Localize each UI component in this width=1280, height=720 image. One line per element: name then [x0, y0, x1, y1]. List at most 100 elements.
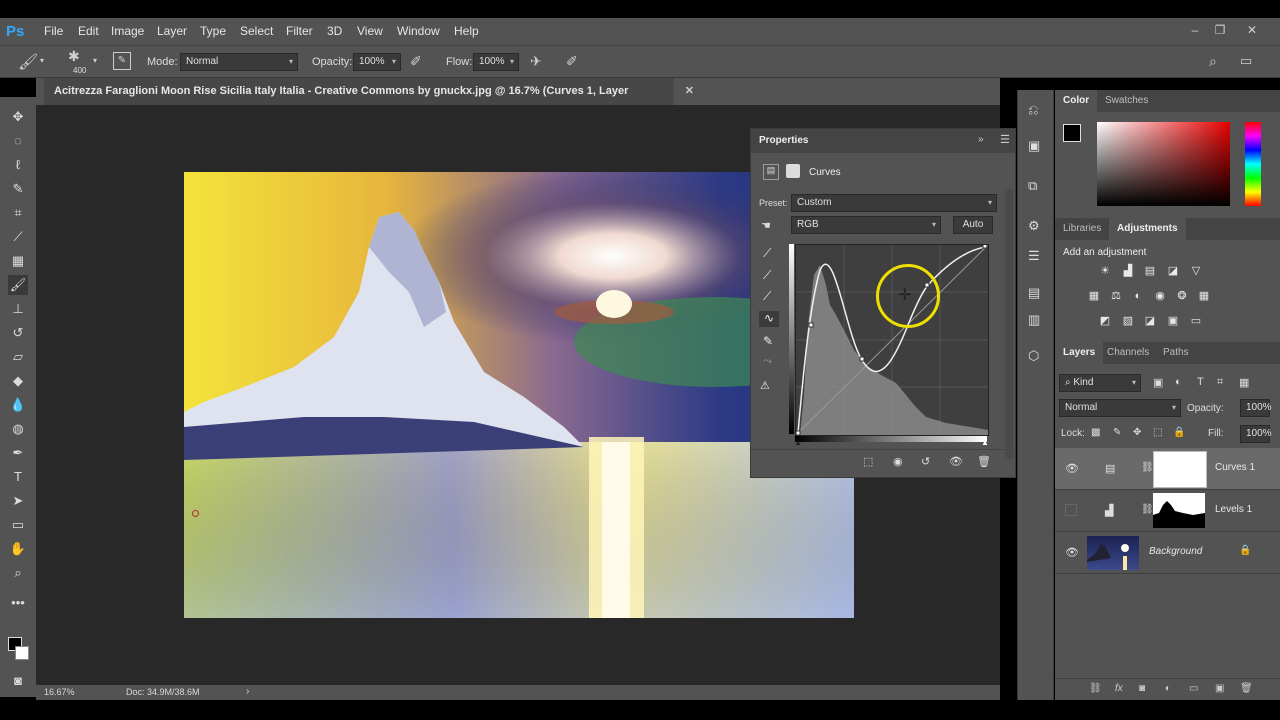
fill-field[interactable]: 100% [1240, 425, 1272, 443]
restore-icon[interactable]: ❐ [1212, 22, 1228, 38]
eyedropper-icon[interactable]: ⟋ [8, 227, 28, 247]
link-icon[interactable]: ⛓ [1141, 504, 1154, 515]
menu-type[interactable]: Type [200, 18, 226, 45]
gray-point-eyedropper-icon[interactable]: ⟋ [763, 268, 771, 283]
chevron-down-icon[interactable]: ▾ [40, 56, 44, 65]
quick-mask-icon[interactable]: ◙ [8, 671, 28, 691]
history-icon[interactable]: ⎌ [1028, 102, 1038, 118]
menu-view[interactable]: View [357, 18, 383, 45]
new-layer-icon[interactable]: ▣ [1215, 683, 1224, 694]
tab-layers[interactable]: Layers [1055, 342, 1104, 364]
healing-icon[interactable]: ▦ [8, 251, 28, 271]
chevron-down-icon[interactable]: ▾ [93, 56, 97, 65]
layer-row[interactable]: 👁 Background 🔒 [1055, 532, 1280, 574]
filter-pixel-icon[interactable]: ▣ [1153, 376, 1163, 389]
pressure-opacity-icon[interactable]: ✐ [410, 53, 422, 70]
lock-artboard-icon[interactable]: ⬚ [1153, 427, 1162, 438]
document-tab[interactable]: Acitrezza Faraglioni Moon Rise Sicilia I… [44, 78, 694, 124]
exposure-icon[interactable]: ◪ [1166, 264, 1180, 278]
tab-libraries[interactable]: Libraries [1055, 218, 1109, 240]
filter-type-icon[interactable]: T [1197, 376, 1204, 388]
menu-image[interactable]: Image [111, 18, 144, 45]
menu-filter[interactable]: Filter [286, 18, 313, 45]
black-point-eyedropper-icon[interactable]: ⟋ [763, 246, 771, 261]
zoom-icon[interactable]: ⌕ [8, 563, 28, 583]
more-icon[interactable]: ••• [8, 593, 28, 613]
curves-adjustment-icon[interactable]: ▤ [763, 164, 779, 180]
blur-icon[interactable]: 💧 [8, 395, 28, 415]
layer-thumbnail[interactable] [1087, 536, 1139, 570]
layer-row[interactable]: 👁 ▤ ⛓ Curves 1 [1055, 448, 1280, 490]
tab-paths[interactable]: Paths [1155, 342, 1197, 364]
delete-icon[interactable]: 🗑 [977, 455, 991, 468]
type-icon[interactable]: T [8, 467, 28, 487]
tool-presets-icon[interactable]: ☰ [1028, 248, 1040, 264]
pen-icon[interactable]: ✒ [8, 443, 28, 463]
auto-button[interactable]: Auto [953, 216, 993, 234]
white-point-eyedropper-icon[interactable]: ⟋ [763, 289, 771, 304]
history-brush-icon[interactable]: ↺ [8, 323, 28, 343]
tab-adjustments[interactable]: Adjustments [1109, 218, 1186, 240]
collapse-icon[interactable]: » [978, 134, 984, 145]
swatch-panel-icon[interactable]: ▣ [1028, 138, 1040, 154]
tab-color[interactable]: Color [1055, 90, 1098, 112]
close-icon[interactable]: ✕ [1244, 22, 1260, 38]
clipping-warning-icon[interactable]: ⚠ [760, 379, 770, 392]
add-mask-icon[interactable]: ◙ [1139, 683, 1145, 694]
color-balance-icon[interactable]: ⚖ [1109, 289, 1123, 303]
hue-slider[interactable] [1245, 122, 1261, 206]
menu-window[interactable]: Window [397, 18, 440, 45]
foreground-swatch[interactable] [1063, 124, 1081, 142]
eye-icon[interactable]: 👁 [1065, 462, 1079, 475]
menu-3d[interactable]: 3D [327, 18, 342, 45]
mask-icon[interactable] [786, 164, 800, 178]
clone-source-icon[interactable]: ⧉ [1028, 178, 1037, 194]
filter-adjustment-icon[interactable]: ◐ [1175, 376, 1182, 388]
chevron-right-icon[interactable]: › [246, 686, 249, 697]
black-slider-icon[interactable]: ▲ [794, 438, 802, 447]
preset-dropdown[interactable]: Custom ▾ [791, 194, 997, 212]
workspace-icon[interactable]: ▭ [1240, 53, 1252, 69]
clip-to-layer-icon[interactable]: ⬚ [863, 455, 873, 468]
opacity-field[interactable]: 100% ▾ [353, 53, 401, 71]
curves-icon[interactable]: ▤ [1143, 264, 1157, 278]
view-previous-icon[interactable]: ◉ [893, 455, 903, 468]
properties-panel-icon[interactable]: ▤ [1028, 285, 1040, 301]
layer-mask-thumbnail[interactable] [1153, 451, 1207, 488]
hand-icon[interactable]: ✋ [8, 539, 28, 559]
gradient-map-icon[interactable]: ▭ [1189, 314, 1203, 328]
threshold-icon[interactable]: ◪ [1143, 314, 1157, 328]
tab-channels[interactable]: Channels [1099, 342, 1157, 364]
mode-dropdown[interactable]: Normal ▾ [180, 53, 298, 71]
brush-settings-icon[interactable]: ⚙ [1028, 218, 1040, 234]
dodge-icon[interactable]: ◍ [8, 419, 28, 439]
visibility-icon[interactable]: 👁 [949, 455, 963, 468]
invert-icon[interactable]: ◩ [1098, 314, 1112, 328]
background-color-swatch[interactable] [15, 646, 29, 660]
search-icon[interactable]: ⌕ [1209, 53, 1217, 70]
crop-icon[interactable]: ⌗ [8, 203, 28, 223]
menu-edit[interactable]: Edit [78, 18, 99, 45]
layer-mask-thumbnail[interactable] [1153, 493, 1205, 528]
menu-help[interactable]: Help [454, 18, 479, 45]
menu-layer[interactable]: Layer [157, 18, 187, 45]
layer-row[interactable]: ▟ ⛓ Levels 1 [1055, 490, 1280, 532]
lock-icon[interactable]: 🔒 [1173, 427, 1185, 438]
filter-smart-icon[interactable]: ▦ [1239, 376, 1249, 389]
brush-panel-icon[interactable]: ✎ [113, 52, 131, 70]
blend-mode-dropdown[interactable]: Normal ▾ [1059, 399, 1181, 417]
brush-tool-icon[interactable]: 🖌 [8, 275, 28, 295]
stamp-icon[interactable]: ⊥ [8, 299, 28, 319]
fx-icon[interactable]: fx [1115, 683, 1123, 694]
airbrush-icon[interactable]: ✈ [530, 53, 542, 70]
selective-color-icon[interactable]: ▣ [1166, 314, 1180, 328]
reset-icon[interactable]: ↺ [921, 455, 930, 468]
link-icon[interactable]: ⛓ [1141, 462, 1154, 473]
flow-field[interactable]: 100% ▾ [473, 53, 519, 71]
posterize-icon[interactable]: ▨ [1121, 314, 1135, 328]
close-tab-icon[interactable]: ✕ [685, 78, 694, 105]
new-group-icon[interactable]: ▭ [1189, 683, 1198, 694]
bucket-icon[interactable]: ◆ [8, 371, 28, 391]
move-icon[interactable]: ✥ [8, 107, 28, 127]
filter-shape-icon[interactable]: ⌗ [1217, 376, 1223, 389]
